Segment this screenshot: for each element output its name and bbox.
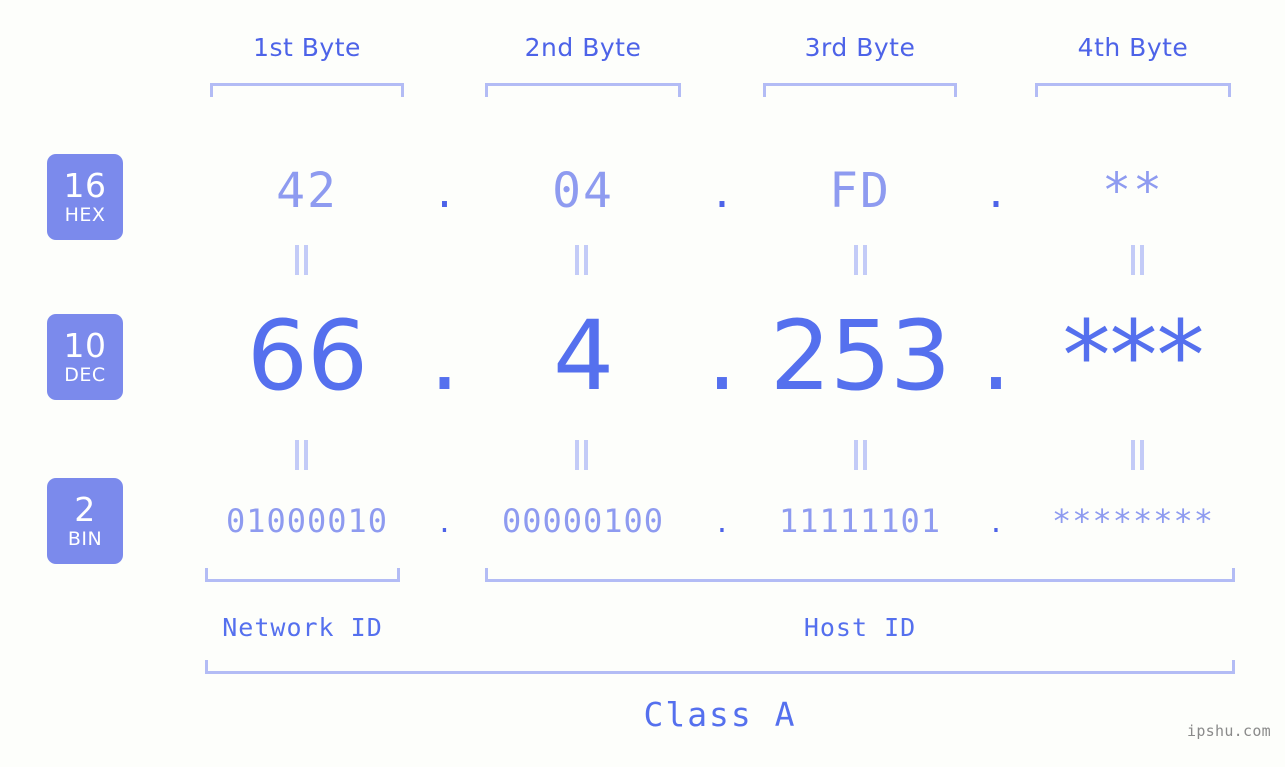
byte-header-3: 3rd Byte <box>804 33 916 62</box>
equals-mark-hex-dec-4 <box>1128 245 1146 275</box>
base-badge-hex-name: HEX <box>64 204 106 226</box>
base-badge-hex: 16 HEX <box>47 154 123 240</box>
ip-breakdown-diagram: 1st Byte 2nd Byte 3rd Byte 4th Byte 16 H… <box>0 0 1285 767</box>
byte-bracket-3 <box>763 83 957 97</box>
bin-byte-2: 00000100 <box>501 502 665 540</box>
dec-separator-2: . <box>706 300 738 412</box>
dec-separator-1: . <box>429 300 460 412</box>
bin-byte-1: 01000010 <box>225 502 389 540</box>
dec-value-row: 66 . 4 . 253 . *** <box>150 300 1285 412</box>
equals-mark-dec-bin-4 <box>1128 440 1146 470</box>
hex-byte-3: FD <box>829 163 891 219</box>
dec-byte-2: 4 <box>552 300 614 412</box>
hex-byte-1: 42 <box>276 163 338 219</box>
dec-byte-4: *** <box>1062 300 1205 412</box>
hex-byte-2: 04 <box>552 163 614 219</box>
byte-header-4: 4th Byte <box>1077 33 1189 62</box>
base-badge-bin: 2 BIN <box>47 478 123 564</box>
equals-mark-hex-dec-2 <box>572 245 590 275</box>
equals-mark-dec-bin-3 <box>851 440 869 470</box>
hex-separator-1: . <box>436 163 453 219</box>
equals-mark-dec-bin-1 <box>292 440 310 470</box>
hex-separator-2: . <box>714 163 730 219</box>
network-id-bracket <box>205 568 400 582</box>
bin-value-row: 01000010 . 00000100 . 11111101 . *******… <box>150 490 1285 552</box>
hex-byte-4: ** <box>1102 163 1164 219</box>
base-badge-bin-number: 2 <box>74 490 96 529</box>
dec-byte-3: 253 <box>769 300 951 412</box>
byte-header-2: 2nd Byte <box>524 33 642 62</box>
dec-byte-1: 66 <box>246 300 368 412</box>
hex-value-row: 42 . 04 . FD . ** <box>150 146 1285 236</box>
hex-separator-3: . <box>988 163 1004 219</box>
host-id-label: Host ID <box>803 613 917 642</box>
address-class-bracket <box>205 660 1235 674</box>
bin-byte-3: 11111101 <box>778 502 942 540</box>
bin-byte-4: ******** <box>1051 502 1215 540</box>
host-id-bracket <box>485 568 1235 582</box>
bin-separator-1: . <box>439 502 450 540</box>
byte-bracket-2 <box>485 83 681 97</box>
byte-header-1: 1st Byte <box>253 33 361 62</box>
equals-mark-hex-dec-3 <box>851 245 869 275</box>
address-class-label: Class A <box>643 695 797 734</box>
base-badge-dec-number: 10 <box>63 326 107 365</box>
byte-bracket-1 <box>210 83 404 97</box>
bin-separator-2: . <box>716 502 728 540</box>
network-id-label: Network ID <box>222 613 383 642</box>
byte-bracket-4 <box>1035 83 1231 97</box>
base-badge-bin-name: BIN <box>67 528 103 550</box>
base-badge-dec: 10 DEC <box>47 314 123 400</box>
dec-separator-3: . <box>980 300 1012 412</box>
site-watermark: ipshu.com <box>1187 722 1271 740</box>
equals-mark-hex-dec-1 <box>292 245 310 275</box>
equals-mark-dec-bin-2 <box>572 440 590 470</box>
base-badge-hex-number: 16 <box>63 166 107 205</box>
bin-separator-3: . <box>990 502 1002 540</box>
base-badge-dec-name: DEC <box>64 364 106 386</box>
